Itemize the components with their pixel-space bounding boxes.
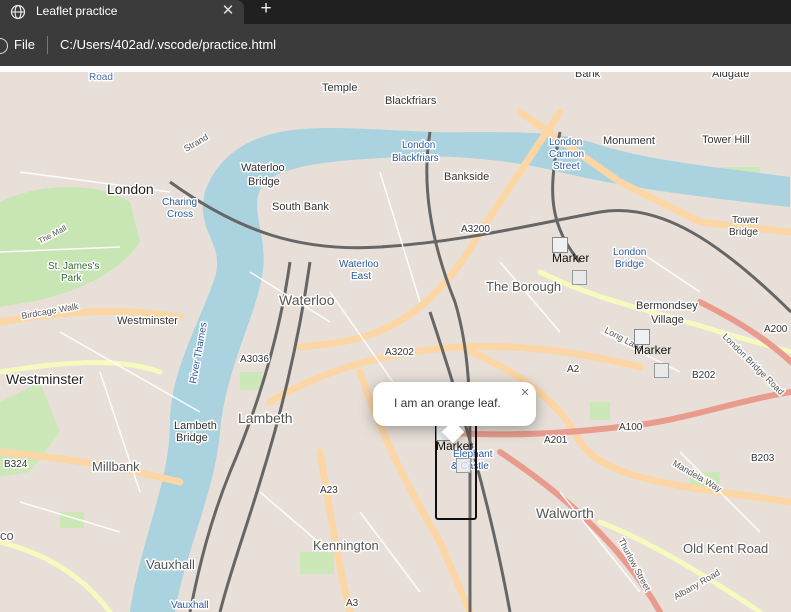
label-a3: A3 bbox=[346, 598, 359, 609]
label-a100: A100 bbox=[619, 422, 643, 433]
label-waterloo-bridge-2: Bridge bbox=[248, 176, 280, 188]
label-b324: B324 bbox=[4, 459, 28, 470]
label-vauxhall: Vauxhall bbox=[146, 557, 195, 572]
label-london-cannon-2: Cannon bbox=[549, 149, 584, 160]
label-westminster: Westminster bbox=[6, 371, 84, 387]
label-river-thames: River Thames bbox=[188, 321, 210, 384]
tab-title: Leaflet practice bbox=[36, 4, 118, 18]
label-monument: Monument bbox=[603, 135, 655, 147]
label-strand: Strand bbox=[182, 132, 210, 154]
label-london-blackfriars-1: London bbox=[402, 140, 435, 151]
label-south-bank: South Bank bbox=[272, 201, 329, 213]
label-old-kent-road: Old Kent Road bbox=[683, 541, 768, 556]
label-waterloo-east-2: East bbox=[351, 271, 371, 282]
label-kennington: Kennington bbox=[313, 538, 379, 553]
label-tower-bridge-1: Tower bbox=[732, 215, 759, 226]
label-blackfriars: Blackfriars bbox=[385, 95, 437, 107]
marker-label: Marker bbox=[552, 251, 590, 265]
map-labels: Road Temple Blackfriars Bank Aldgate Str… bbox=[0, 72, 789, 612]
label-london-blackfriars-2: Blackfriars bbox=[392, 153, 439, 164]
leaflet-map[interactable]: Road Temple Blackfriars Bank Aldgate Str… bbox=[0, 72, 791, 612]
label-lambeth-bridge-2: Bridge bbox=[176, 432, 208, 444]
url-text[interactable]: C:/Users/402ad/.vscode/practice.html bbox=[60, 37, 276, 52]
label-waterloo: Waterloo bbox=[279, 292, 335, 308]
label-mandela-way: Mandela Way bbox=[671, 458, 724, 494]
label-bankside: Bankside bbox=[444, 171, 489, 183]
marker-label: Marker bbox=[634, 343, 672, 357]
tab-strip: Leaflet practice ✕ + bbox=[0, 0, 791, 24]
label-the-borough: The Borough bbox=[486, 279, 561, 294]
label-london: London bbox=[107, 181, 154, 197]
label-the-mall: The Mall bbox=[37, 223, 69, 245]
new-tab-button[interactable]: + bbox=[256, 0, 276, 20]
label-birdcage-walk: Birdcage Walk bbox=[21, 301, 80, 321]
label-london-bridge-1: London bbox=[613, 247, 646, 258]
marker-shadow-icon bbox=[572, 270, 587, 285]
label-temple: Temple bbox=[322, 82, 357, 94]
label-bermondsey-1: Bermondsey bbox=[636, 300, 698, 312]
label-walworth: Walworth bbox=[536, 505, 594, 521]
label-road: Road bbox=[89, 72, 113, 83]
label-a3202: A3202 bbox=[385, 347, 414, 358]
label-waterloo-bridge-1: Waterloo bbox=[241, 162, 285, 174]
label-a23: A23 bbox=[320, 485, 338, 496]
label-albany-road: Albany Road bbox=[672, 567, 722, 601]
popup-text: I am an orange leaf. bbox=[394, 396, 501, 410]
label-a3200: A3200 bbox=[461, 224, 490, 235]
label-westminster-small: Westminster bbox=[117, 315, 178, 327]
map-marker[interactable]: Marker bbox=[634, 329, 671, 365]
label-london-bridge-2: Bridge bbox=[615, 259, 644, 270]
label-a2: A2 bbox=[567, 364, 580, 375]
label-lambeth-bridge-1: Lambeth bbox=[174, 420, 217, 432]
tab-close-icon[interactable]: ✕ bbox=[220, 2, 236, 20]
label-a3036: A3036 bbox=[240, 354, 269, 365]
label-charing-cross-1: Charing bbox=[162, 197, 197, 208]
label-tower-hill: Tower Hill bbox=[702, 134, 750, 146]
popup-close-icon[interactable]: × bbox=[518, 385, 532, 401]
label-co: co bbox=[0, 528, 14, 543]
label-thurlow-street: Thurlow Street bbox=[616, 536, 653, 593]
map-popup: I am an orange leaf. × bbox=[373, 382, 536, 444]
label-st-james-2: Park bbox=[61, 273, 83, 284]
map-marker[interactable]: Marker bbox=[552, 237, 589, 273]
label-millbank: Millbank bbox=[92, 459, 140, 474]
label-tower-bridge-2: Bridge bbox=[729, 227, 758, 238]
marker-shadow-icon bbox=[456, 458, 471, 473]
label-b202: B202 bbox=[692, 370, 716, 381]
label-a200: A200 bbox=[764, 324, 788, 335]
label-b203: B203 bbox=[751, 453, 775, 464]
label-aldgate: Aldgate bbox=[712, 72, 749, 80]
marker-shadow-icon bbox=[654, 363, 669, 378]
label-charing-cross-2: Cross bbox=[167, 209, 193, 220]
globe-icon bbox=[10, 4, 26, 20]
label-st-james-1: St. James's bbox=[48, 261, 99, 272]
site-info-icon[interactable] bbox=[0, 38, 8, 54]
label-lambeth: Lambeth bbox=[238, 410, 292, 426]
label-bank: Bank bbox=[575, 72, 601, 80]
label-london-cannon-3: Street bbox=[553, 161, 580, 172]
label-london-cannon-1: London bbox=[549, 137, 582, 148]
address-divider bbox=[47, 36, 48, 54]
label-a201: A201 bbox=[544, 435, 568, 446]
label-london-bridge-road: London Bridge Road bbox=[721, 331, 786, 396]
browser-tab[interactable]: Leaflet practice ✕ bbox=[0, 0, 244, 24]
label-bermondsey-2: Village bbox=[651, 314, 684, 326]
label-waterloo-east-1: Waterloo bbox=[339, 259, 379, 270]
label-vauxhall-station: Vauxhall bbox=[171, 600, 209, 611]
address-bar[interactable]: File C:/Users/402ad/.vscode/practice.htm… bbox=[0, 24, 791, 66]
scheme-label[interactable]: File bbox=[14, 37, 35, 52]
